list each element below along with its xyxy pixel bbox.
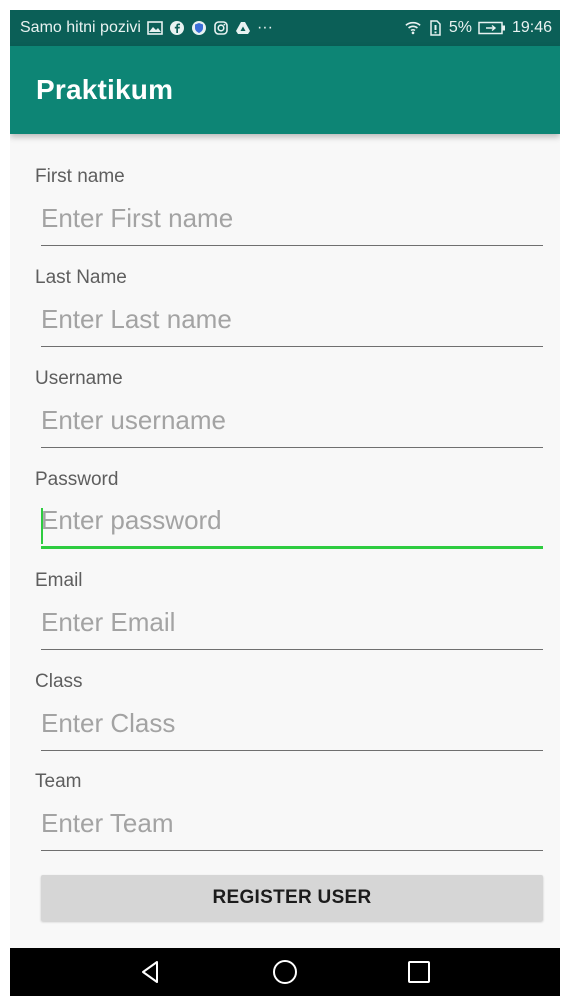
wifi-icon: [405, 20, 421, 36]
home-icon[interactable]: [268, 955, 302, 989]
system-nav-bar: [10, 948, 560, 996]
team-label: Team: [35, 771, 82, 792]
status-bar-right: 5% 19:46: [405, 19, 552, 37]
last-name-input[interactable]: [41, 299, 543, 347]
password-input[interactable]: [41, 501, 543, 549]
username-label: Username: [35, 368, 123, 389]
drive-icon: [235, 20, 251, 36]
email-input[interactable]: [41, 602, 543, 650]
team-input[interactable]: [41, 803, 543, 851]
clock-time: 19:46: [511, 19, 552, 36]
first-name-label: First name: [35, 166, 125, 187]
sim-icon: [427, 20, 443, 36]
notification-overflow: ···: [256, 19, 273, 36]
username-input[interactable]: [41, 400, 543, 448]
app-title: Praktikum: [36, 74, 174, 105]
class-input[interactable]: [41, 703, 543, 751]
first-name-input[interactable]: [41, 198, 543, 246]
facebook-icon: [169, 20, 185, 36]
status-bar: Samo hitni pozivi ··· 5% 19:46: [10, 10, 560, 46]
back-icon[interactable]: [134, 955, 168, 989]
vpn-icon: [191, 20, 207, 36]
email-label: Email: [35, 570, 83, 591]
instagram-icon: [213, 20, 229, 36]
mail-icon: [147, 20, 163, 36]
status-bar-left: Samo hitni pozivi ···: [20, 19, 273, 37]
last-name-label: Last Name: [35, 267, 127, 288]
recents-icon[interactable]: [402, 955, 436, 989]
app-toolbar: Praktikum: [10, 46, 560, 134]
phone-screen: Samo hitni pozivi ··· 5% 19:46 Praktikum…: [10, 10, 560, 996]
battery-percent: 5%: [448, 19, 472, 36]
text-cursor: [41, 508, 43, 544]
password-label: Password: [35, 469, 119, 490]
class-label: Class: [35, 671, 83, 692]
battery-icon: [478, 20, 506, 36]
registration-form: First name Last Name Username Password E…: [10, 134, 560, 948]
register-user-button[interactable]: REGISTER USER: [41, 875, 543, 921]
carrier-text: Samo hitni pozivi: [20, 19, 141, 36]
